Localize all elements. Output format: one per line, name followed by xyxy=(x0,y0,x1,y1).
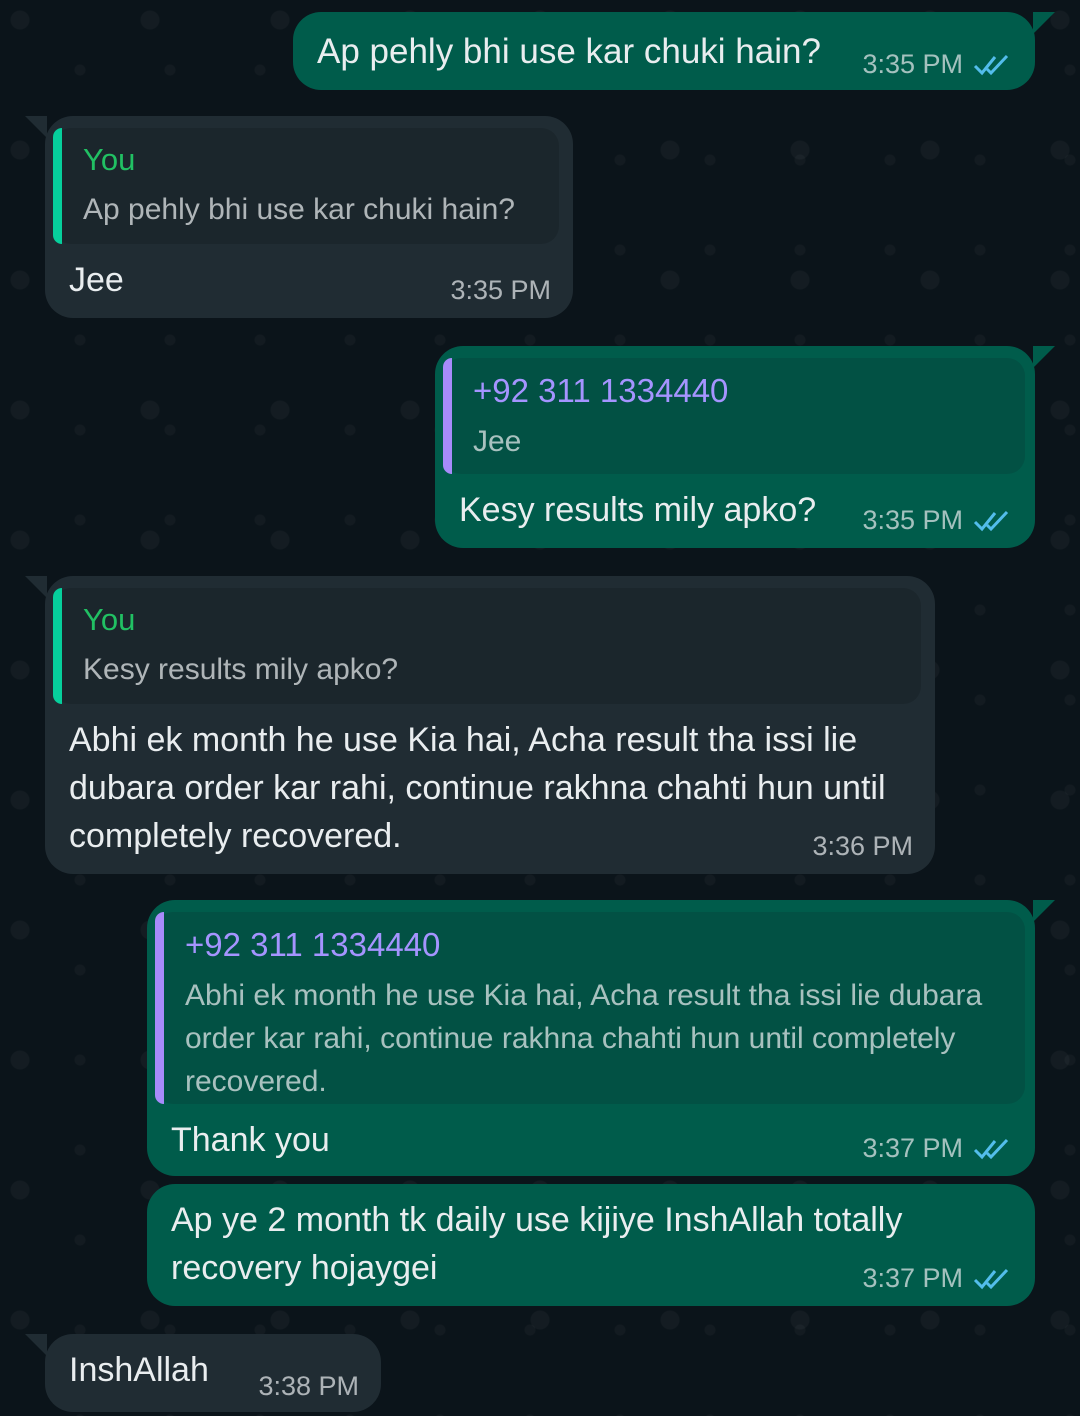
message-meta: 3:36 PM xyxy=(812,831,913,862)
quoted-reply[interactable]: You Kesy results mily apko? xyxy=(53,588,921,704)
message-time: 3:35 PM xyxy=(450,275,551,305)
quoted-reply[interactable]: +92 311 1334440 Jee xyxy=(443,358,1025,474)
double-check-read-icon xyxy=(973,1268,1009,1289)
double-check-read-icon xyxy=(973,54,1009,75)
quote-text: Jee xyxy=(473,425,522,458)
quote-text: Kesy results mily apko? xyxy=(83,653,399,686)
message-time: 3:38 PM xyxy=(258,1371,359,1401)
message-meta: 3:37 PM xyxy=(862,1263,1013,1294)
message-bubble-incoming[interactable]: You Kesy results mily apko? Abhi ek mont… xyxy=(25,576,935,874)
message-bubble-incoming[interactable]: You Ap pehly bhi use kar chuki hain? Jee… xyxy=(25,116,573,318)
quote-author: You xyxy=(83,142,136,177)
message-meta: 3:35 PM xyxy=(862,49,1013,80)
quoted-reply[interactable]: +92 311 1334440 Abhi ek month he use Kia… xyxy=(155,912,1025,1104)
quote-author: You xyxy=(83,602,136,637)
message-bubble-incoming[interactable]: InshAllah 3:38 PM xyxy=(25,1334,381,1412)
quote-text: Abhi ek month he use Kia hai, Acha resul… xyxy=(185,979,983,1098)
double-check-read-icon xyxy=(973,510,1009,531)
quoted-reply[interactable]: You Ap pehly bhi use kar chuki hain? xyxy=(53,128,559,244)
message-time: 3:35 PM xyxy=(862,505,963,535)
message-time: 3:36 PM xyxy=(812,831,913,861)
message-meta: 3:35 PM xyxy=(450,275,551,306)
message-bubble-outgoing[interactable]: Ap pehly bhi use kar chuki hain? 3:35 PM xyxy=(293,12,1055,90)
double-check-read-icon xyxy=(973,1138,1009,1159)
message-time: 3:37 PM xyxy=(862,1263,963,1293)
quote-text: Ap pehly bhi use kar chuki hain? xyxy=(83,193,515,226)
message-time: 3:37 PM xyxy=(862,1133,963,1163)
message-bubble-outgoing[interactable]: +92 311 1334440 Abhi ek month he use Kia… xyxy=(147,900,1055,1176)
quote-author: +92 311 1334440 xyxy=(473,372,729,409)
message-meta: 3:38 PM xyxy=(258,1371,359,1402)
quote-author: +92 311 1334440 xyxy=(185,926,441,963)
message-text: Abhi ek month he use Kia hai, Acha resul… xyxy=(69,721,886,855)
message-time: 3:35 PM xyxy=(862,49,963,79)
message-meta: 3:35 PM xyxy=(862,505,1013,536)
message-bubble-outgoing[interactable]: Ap ye 2 month tk daily use kijiye InshAl… xyxy=(147,1184,1035,1306)
message-bubble-outgoing[interactable]: +92 311 1334440 Jee Kesy results mily ap… xyxy=(435,346,1055,548)
message-meta: 3:37 PM xyxy=(862,1133,1013,1164)
